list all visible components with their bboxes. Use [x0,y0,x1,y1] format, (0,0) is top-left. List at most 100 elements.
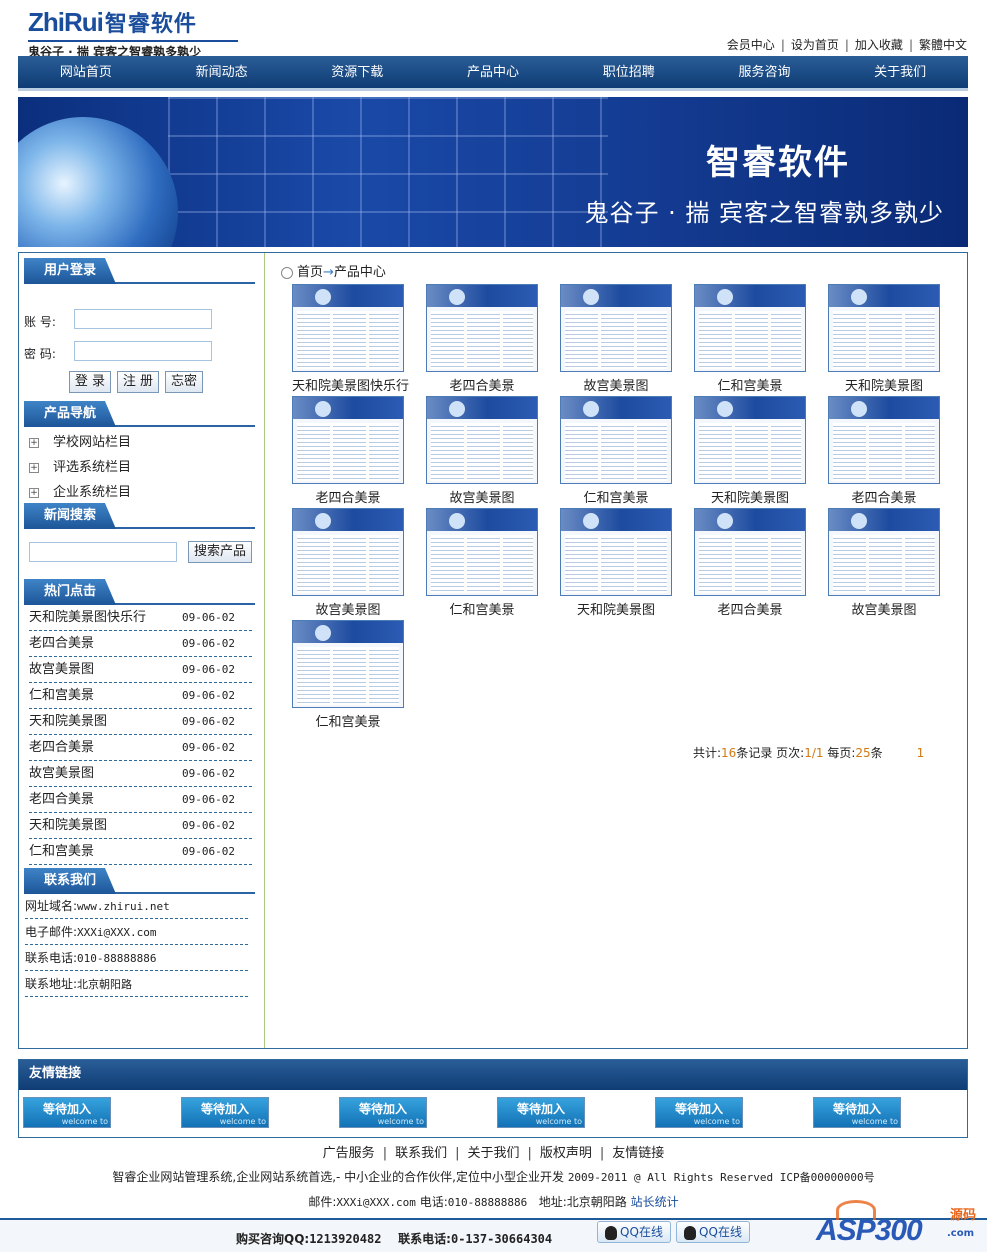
news-search-input[interactable] [29,542,177,562]
footer-link-about[interactable]: 关于我们 [467,1146,519,1161]
hot-list-item[interactable]: 天和院美景图 09-06-02 [29,813,252,839]
product-thumbnail[interactable] [560,508,672,596]
page-number-link[interactable]: 1 [917,746,925,760]
site-logo[interactable]: ZhiRui智睿软件 鬼谷子 · 揣 宾客之智睿孰多孰少 [28,6,238,59]
qq-online-button[interactable]: QQ在线 [597,1221,671,1243]
nav-downloads[interactable]: 资源下载 [289,56,425,88]
friend-link-banner[interactable]: 等待加入 welcome to [813,1097,901,1128]
product-card[interactable]: 老四合美景 [292,396,404,508]
product-caption[interactable]: 天和院美景图 [828,375,940,394]
product-card[interactable]: 故宫美景图 [426,396,538,508]
password-input[interactable] [74,341,212,361]
hot-list-item[interactable]: 老四合美景 09-06-02 [29,735,252,761]
friend-link-banner[interactable]: 等待加入 welcome to [23,1097,111,1128]
login-button[interactable]: 登 录 [69,371,111,393]
product-card[interactable]: 老四合美景 [694,508,806,620]
friend-link-banner[interactable]: 等待加入 welcome to [655,1097,743,1128]
hot-item-title: 天和院美景图 [29,714,108,729]
product-thumbnail[interactable] [292,396,404,484]
product-caption[interactable]: 故宫美景图 [426,487,538,506]
product-thumbnail[interactable] [828,508,940,596]
link-set-homepage[interactable]: 设为首页 [791,38,839,52]
nav-service[interactable]: 服务咨询 [697,56,833,88]
link-member-center[interactable]: 会员中心 [727,38,775,52]
product-card[interactable]: 天和院美景图 [694,396,806,508]
nav-news[interactable]: 新闻动态 [154,56,290,88]
hot-list-item[interactable]: 故宫美景图 09-06-02 [29,761,252,787]
product-thumbnail[interactable] [426,284,538,372]
product-thumbnail[interactable] [828,284,940,372]
friend-link-banner[interactable]: 等待加入 welcome to [497,1097,585,1128]
product-caption[interactable]: 天和院美景图快乐行 [292,375,409,394]
product-caption[interactable]: 仁和宫美景 [560,487,672,506]
product-card[interactable]: 老四合美景 [828,396,940,508]
register-button[interactable]: 注 册 [117,371,159,393]
product-card[interactable]: 故宫美景图 [560,284,672,396]
product-card[interactable]: 仁和宫美景 [426,508,538,620]
footer-link-friends[interactable]: 友情链接 [612,1146,664,1161]
link-add-favorite[interactable]: 加入收藏 [855,38,903,52]
forgot-password-button[interactable]: 忘密 [165,371,203,393]
hot-list-item[interactable]: 天和院美景图 09-06-02 [29,709,252,735]
product-card[interactable]: 仁和宫美景 [292,620,404,732]
hot-item-date: 09-06-02 [182,819,235,832]
product-card[interactable]: 仁和宫美景 [560,396,672,508]
hot-list-item[interactable]: 老四合美景 09-06-02 [29,631,252,657]
hot-item-date: 09-06-02 [182,741,235,754]
product-card[interactable]: 天和院美景图快乐行 [292,284,409,396]
friend-link-banner[interactable]: 等待加入 welcome to [339,1097,427,1128]
footer-link-contact[interactable]: 联系我们 [395,1146,447,1161]
product-thumbnail[interactable] [828,396,940,484]
product-card[interactable]: 故宫美景图 [828,508,940,620]
search-products-button[interactable]: 搜索产品 [188,541,252,563]
stats-link[interactable]: 站长统计 [631,1195,679,1209]
hot-list-item[interactable]: 仁和宫美景 09-06-02 [29,839,252,865]
product-caption[interactable]: 故宫美景图 [560,375,672,394]
product-caption[interactable]: 天和院美景图 [694,487,806,506]
hot-list-item[interactable]: 天和院美景图快乐行 09-06-02 [29,605,252,631]
nav-jobs[interactable]: 职位招聘 [561,56,697,88]
hot-list-item[interactable]: 仁和宫美景 09-06-02 [29,683,252,709]
product-thumbnail[interactable] [292,620,404,708]
product-nav-item[interactable]: + 企业系统栏目 [29,481,131,500]
product-thumbnail[interactable] [292,508,404,596]
link-traditional-chinese[interactable]: 繁體中文 [919,38,967,52]
product-caption[interactable]: 故宫美景图 [828,599,940,618]
product-nav-item[interactable]: + 评选系统栏目 [29,456,131,475]
breadcrumb-current[interactable]: 产品中心 [334,265,386,280]
product-caption[interactable]: 仁和宫美景 [694,375,806,394]
product-thumbnail[interactable] [694,508,806,596]
product-card[interactable]: 故宫美景图 [292,508,404,620]
product-thumbnail[interactable] [560,284,672,372]
nav-products[interactable]: 产品中心 [425,56,561,88]
nav-about[interactable]: 关于我们 [832,56,968,88]
product-card[interactable]: 天和院美景图 [828,284,940,396]
hot-list-item[interactable]: 故宫美景图 09-06-02 [29,657,252,683]
product-caption[interactable]: 老四合美景 [694,599,806,618]
product-thumbnail[interactable] [426,396,538,484]
nav-home[interactable]: 网站首页 [18,56,154,88]
product-caption[interactable]: 故宫美景图 [292,599,404,618]
product-thumbnail[interactable] [694,284,806,372]
footer-link-ads[interactable]: 广告服务 [323,1146,375,1161]
qq-online-button[interactable]: QQ在线 [676,1221,750,1243]
hot-list-item[interactable]: 老四合美景 09-06-02 [29,787,252,813]
friend-link-banner[interactable]: 等待加入 welcome to [181,1097,269,1128]
product-thumbnail[interactable] [560,396,672,484]
account-input[interactable] [74,309,212,329]
product-thumbnail[interactable] [426,508,538,596]
footer-link-copyright[interactable]: 版权声明 [540,1146,592,1161]
product-card[interactable]: 天和院美景图 [560,508,672,620]
product-thumbnail[interactable] [694,396,806,484]
product-caption[interactable]: 老四合美景 [426,375,538,394]
product-card[interactable]: 老四合美景 [426,284,538,396]
product-caption[interactable]: 老四合美景 [828,487,940,506]
breadcrumb-home[interactable]: 首页 [297,265,323,280]
product-nav-item[interactable]: + 学校网站栏目 [29,431,131,450]
product-caption[interactable]: 天和院美景图 [560,599,672,618]
product-caption[interactable]: 老四合美景 [292,487,404,506]
product-caption[interactable]: 仁和宫美景 [426,599,538,618]
product-card[interactable]: 仁和宫美景 [694,284,806,396]
product-thumbnail[interactable] [292,284,404,372]
product-caption[interactable]: 仁和宫美景 [292,711,404,730]
